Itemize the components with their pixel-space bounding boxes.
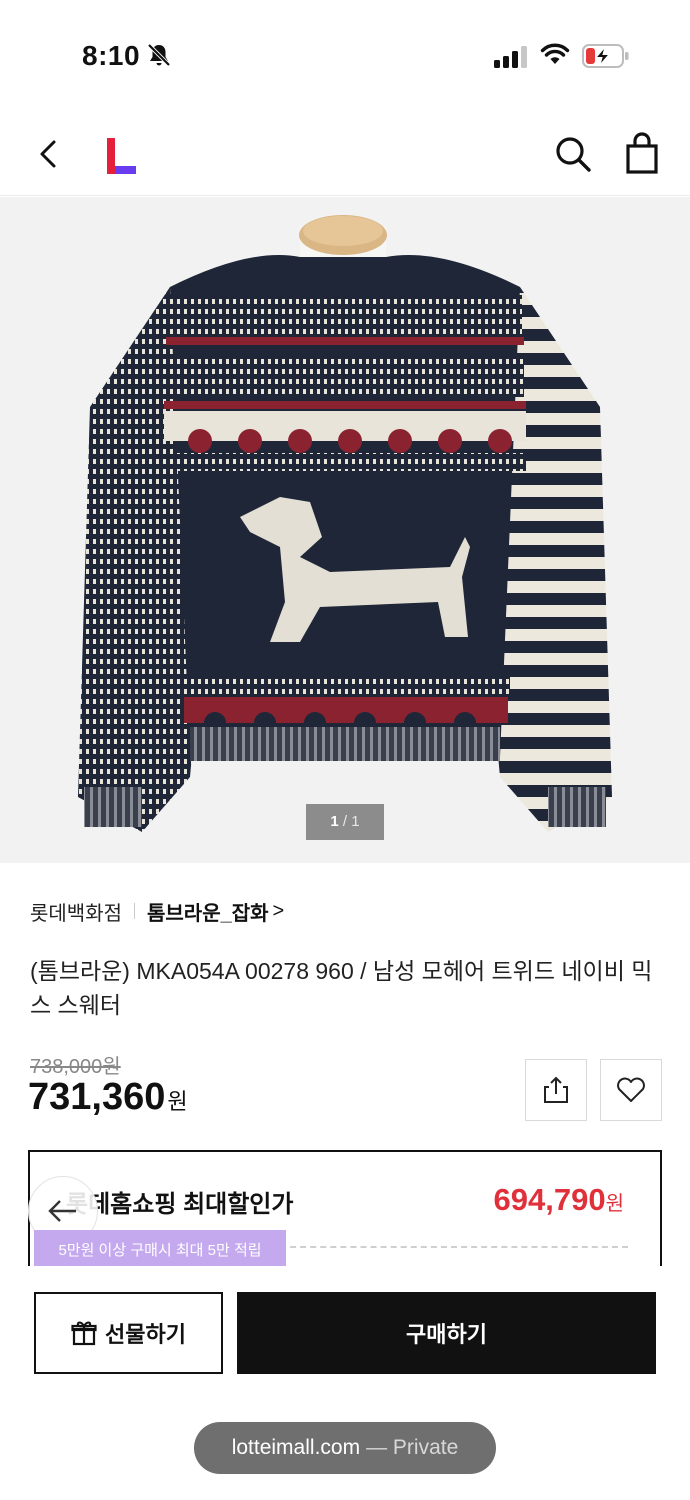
bell-slash-icon	[147, 43, 171, 67]
url-domain: lotteimall.com	[231, 1436, 361, 1459]
sale-price-unit: 원	[167, 1089, 188, 1114]
heart-icon	[617, 1077, 645, 1102]
battery-charging-icon	[582, 44, 629, 68]
promo-price-value: 694,790	[493, 1182, 606, 1217]
signal-icon	[494, 46, 527, 68]
original-price: 738,000원	[30, 1056, 121, 1078]
promo-divider	[280, 1246, 628, 1248]
buy-button[interactable]: 구매하기	[237, 1292, 656, 1374]
gift-icon	[71, 1321, 97, 1346]
wifi-icon	[540, 43, 570, 64]
gift-button[interactable]: 선물하기	[34, 1292, 223, 1374]
gallery-pager: 1 / 1	[306, 804, 384, 840]
arrow-left-icon	[48, 1200, 76, 1222]
pager-separator: /	[342, 813, 348, 830]
private-label: — Private	[366, 1436, 459, 1459]
pager-current: 1	[330, 813, 339, 830]
chevron-left-icon[interactable]	[30, 134, 70, 174]
share-button[interactable]	[525, 1059, 587, 1121]
lotte-logo[interactable]	[104, 138, 138, 174]
status-bar: 8:10	[0, 0, 690, 100]
product-title: (톰브라운) MKA054A 00278 960 / 남성 모헤어 트위드 네이…	[30, 958, 653, 1018]
shop-link[interactable]: 톰브라운_잡화	[147, 897, 269, 926]
search-icon[interactable]	[553, 134, 593, 174]
status-time: 8:10	[82, 40, 141, 71]
promo-label: 롯데홈쇼핑 최대할인가	[66, 1191, 294, 1218]
wishlist-button[interactable]	[600, 1059, 662, 1121]
store-name: 롯데백화점	[30, 902, 122, 925]
brand-divider	[134, 903, 135, 919]
promo-price: 694,790원	[494, 1182, 624, 1218]
sale-price-value: 731,360	[28, 1076, 166, 1118]
chevron-right-icon[interactable]: >	[273, 900, 285, 923]
pager-total: 1	[351, 813, 360, 830]
promo-price-unit: 원	[605, 1193, 624, 1215]
gift-label: 선물하기	[105, 1322, 186, 1347]
sale-price: 731,360원	[28, 1076, 188, 1119]
bottom-action-bar: 선물하기 구매하기 lotteimall.com — Private	[0, 1266, 690, 1500]
sweater-illustration	[78, 215, 612, 832]
browser-url-pill[interactable]: lotteimall.com — Private	[194, 1422, 496, 1474]
top-nav	[0, 110, 690, 196]
shopping-bag-icon[interactable]	[622, 132, 662, 176]
share-icon	[544, 1076, 568, 1103]
product-image[interactable]: 1 / 1	[0, 197, 690, 863]
brand-row: 롯데백화점 톰브라운_잡화 >	[30, 896, 284, 926]
